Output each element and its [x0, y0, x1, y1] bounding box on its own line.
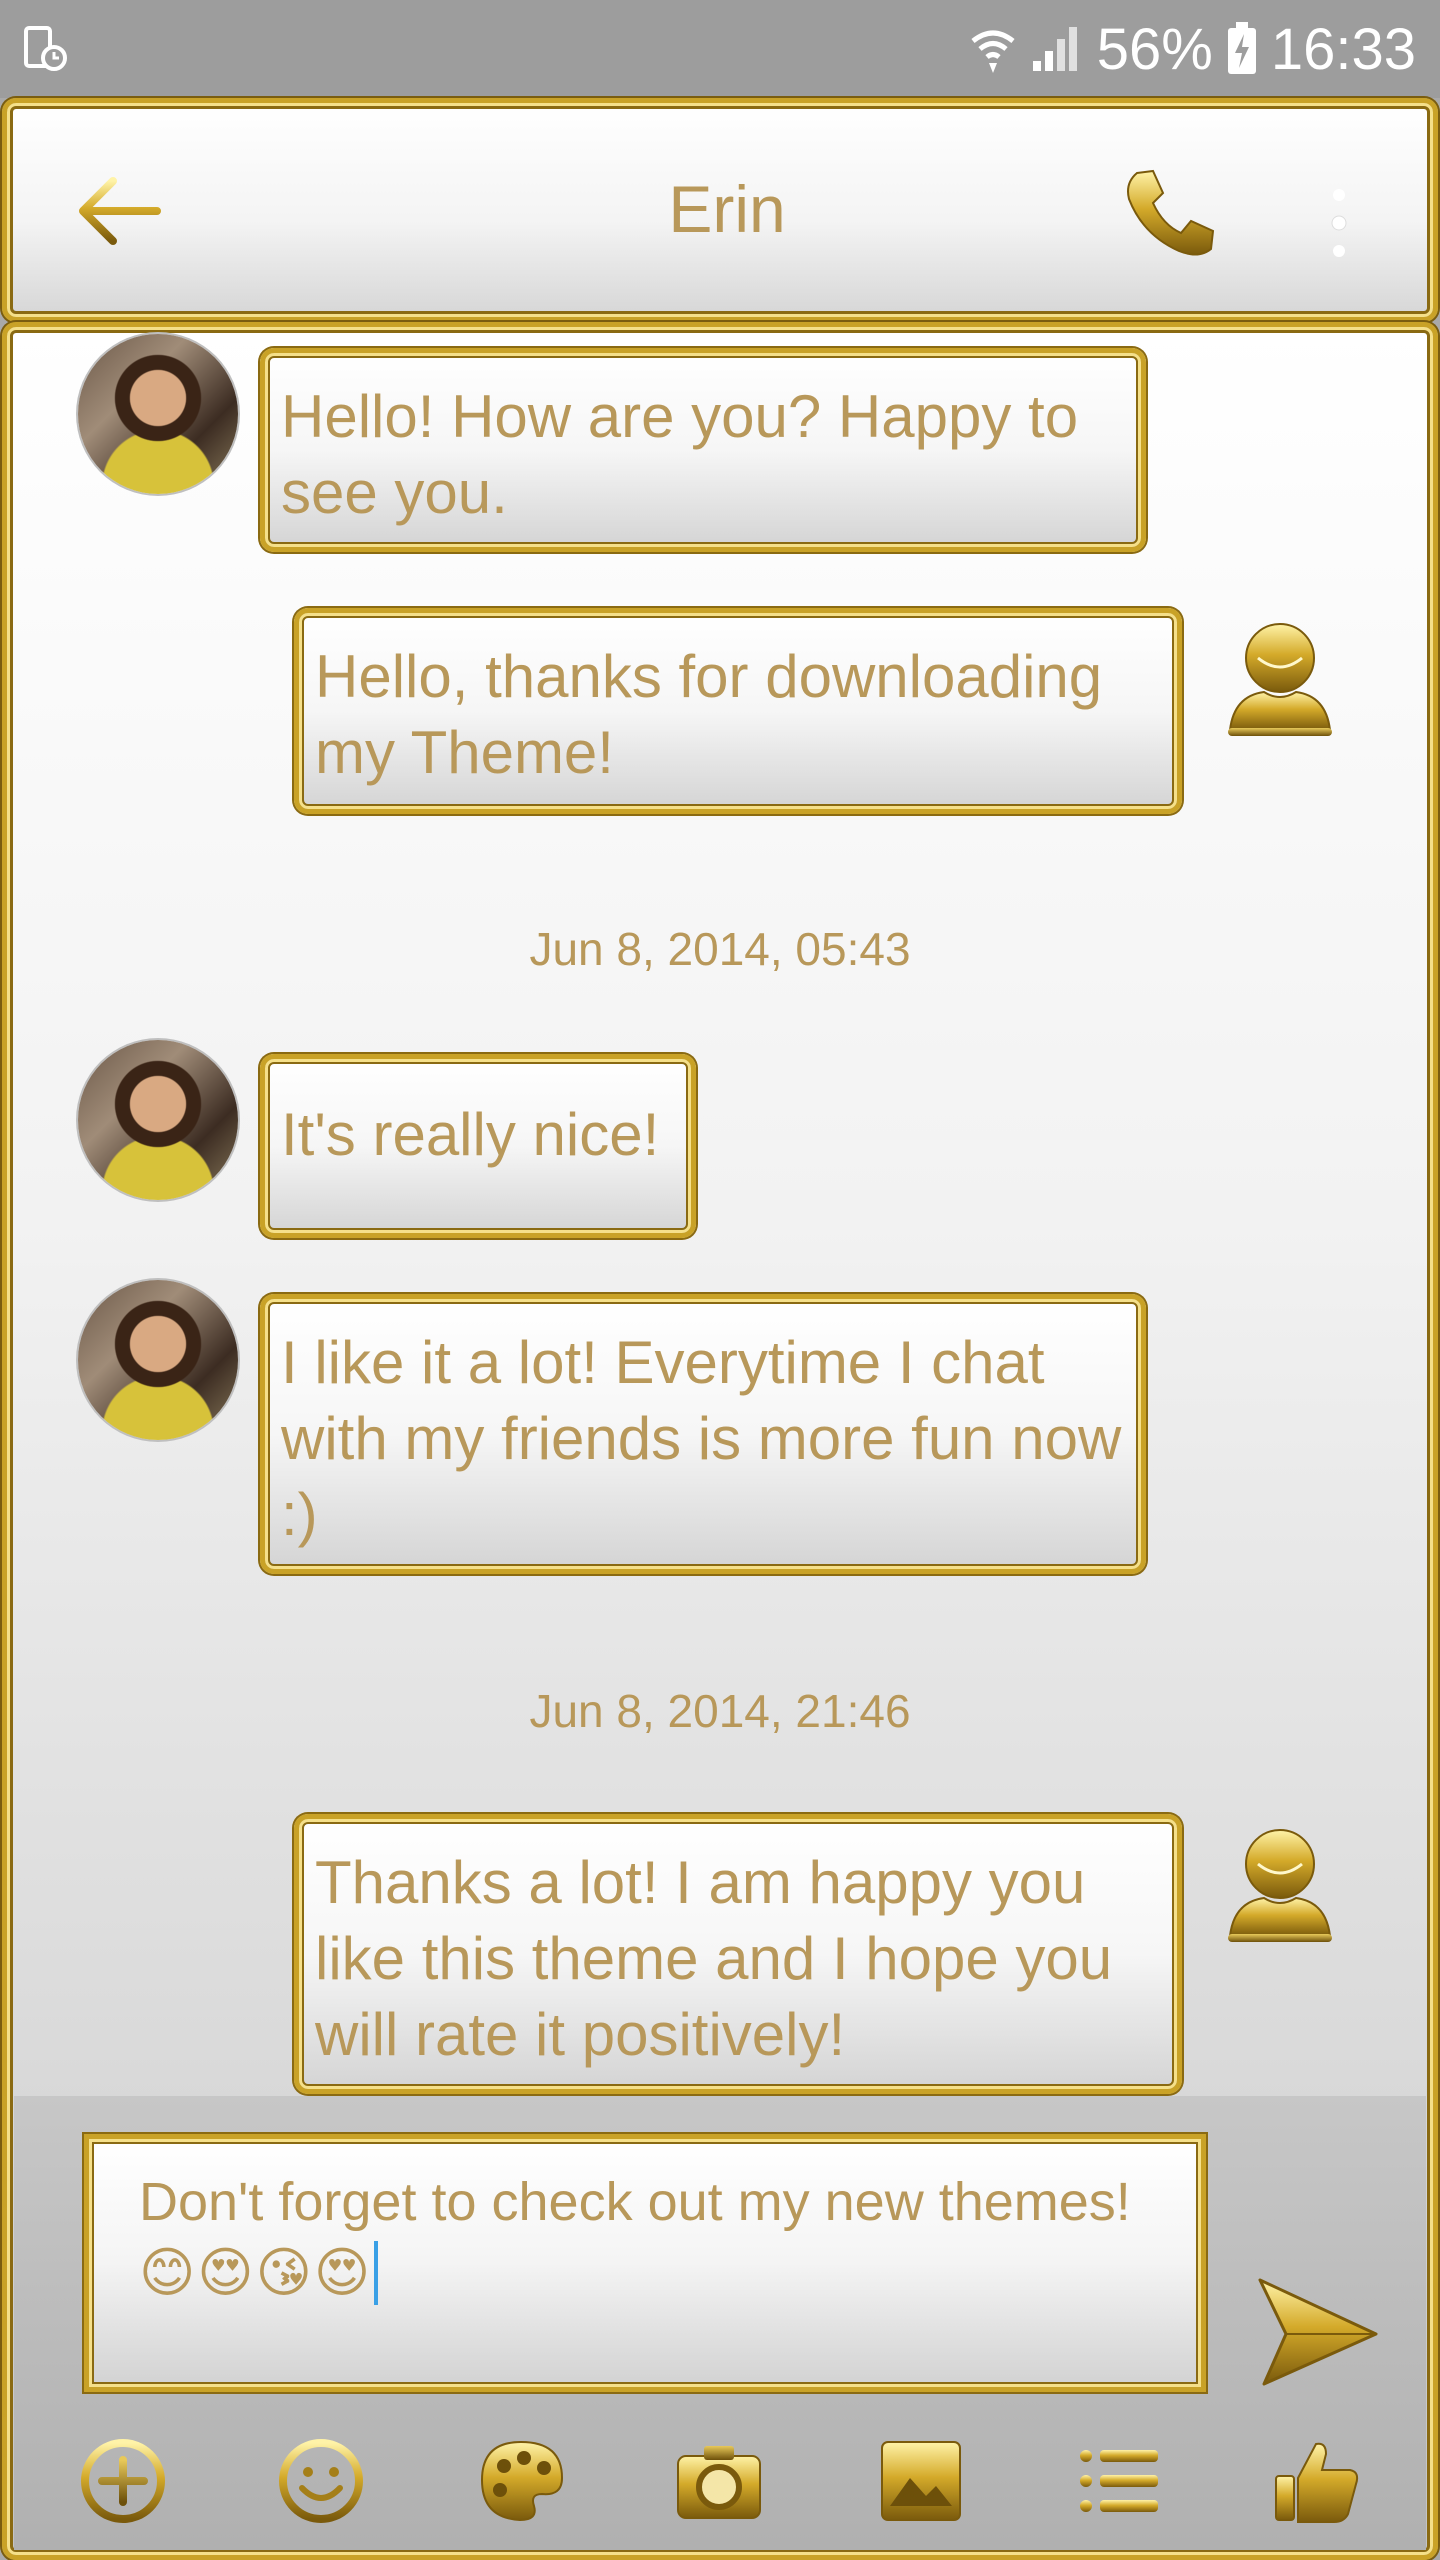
- list-icon[interactable]: [1074, 2436, 1164, 2526]
- back-arrow-icon[interactable]: [71, 163, 167, 259]
- heart-eyes-emoji: 😍: [313, 2241, 371, 2304]
- message-input[interactable]: Don't forget to check out my new themes!…: [84, 2134, 1206, 2392]
- image-icon[interactable]: [876, 2436, 966, 2526]
- palette-icon[interactable]: [476, 2436, 566, 2526]
- text-cursor: [374, 2241, 379, 2305]
- contact-avatar[interactable]: [78, 334, 238, 494]
- message-input-emojis: 😊 😍 😘 😍: [139, 2241, 1161, 2305]
- incoming-message-bubble[interactable]: Hello! How are you? Happy to see you.: [260, 348, 1146, 552]
- message-timestamp: Jun 8, 2014, 21:46: [529, 1685, 911, 1737]
- smiley-icon[interactable]: [276, 2436, 366, 2526]
- send-icon[interactable]: [1256, 2276, 1380, 2388]
- message-text: It's really nice!: [281, 1101, 660, 1168]
- contact-avatar[interactable]: [78, 1040, 238, 1200]
- incoming-message-bubble[interactable]: I like it a lot! Everytime I chat with m…: [260, 1294, 1146, 1574]
- message-text: Thanks a lot! I am happy you like this t…: [315, 1849, 1113, 2068]
- more-options-icon[interactable]: [1319, 179, 1359, 269]
- phone-icon[interactable]: [1119, 163, 1219, 263]
- heart-eyes-emoji: 😍: [197, 2241, 254, 2304]
- battery-percent: 56%: [1096, 16, 1213, 82]
- kiss-face-emoji: 😘: [255, 2241, 312, 2304]
- outgoing-message-bubble[interactable]: Hello, thanks for downloading my Theme!: [294, 608, 1182, 814]
- user-avatar-icon[interactable]: [1220, 1818, 1340, 1948]
- screen-timer-icon: [24, 26, 67, 71]
- incoming-message-bubble[interactable]: It's really nice!: [260, 1054, 696, 1238]
- contact-avatar[interactable]: [78, 1280, 238, 1440]
- message-text: Hello! How are you? Happy to see you.: [281, 383, 1079, 526]
- clock-time: 16:33: [1270, 16, 1416, 82]
- user-avatar-icon[interactable]: [1220, 612, 1340, 742]
- battery-charging-icon: [1227, 22, 1256, 74]
- message-input-text: Don't forget to check out my new themes!: [139, 2172, 1131, 2232]
- conversation-header: Erin: [2, 98, 1438, 322]
- thumbs-up-icon[interactable]: [1272, 2436, 1362, 2526]
- smiling-face-emoji: 😊: [139, 2241, 196, 2304]
- camera-icon[interactable]: [674, 2436, 764, 2526]
- signal-icon: [1032, 27, 1077, 71]
- status-bar: 56% 16:33: [0, 0, 1440, 98]
- message-text: I like it a lot! Everytime I chat with m…: [281, 1329, 1122, 1548]
- add-circle-icon[interactable]: [78, 2436, 168, 2526]
- contact-name: Erin: [668, 172, 786, 246]
- wifi-icon: [971, 30, 1015, 73]
- outgoing-message-bubble[interactable]: Thanks a lot! I am happy you like this t…: [294, 1814, 1182, 2094]
- message-timestamp: Jun 8, 2014, 05:43: [529, 923, 911, 975]
- message-text: Hello, thanks for downloading my Theme!: [315, 643, 1103, 786]
